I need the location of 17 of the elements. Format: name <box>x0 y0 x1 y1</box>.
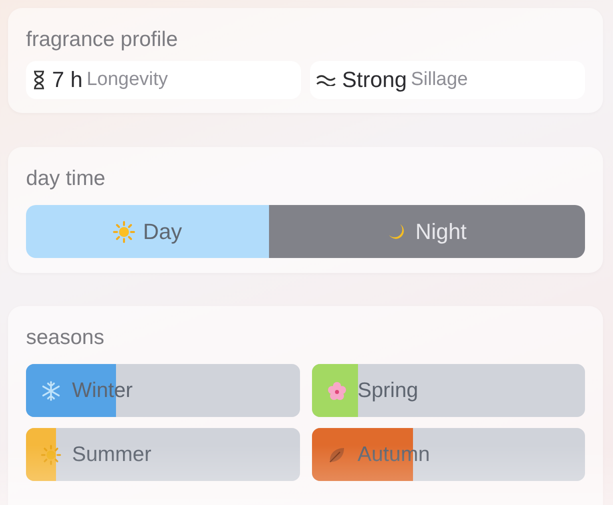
section-title: fragrance profile <box>26 28 179 52</box>
stat-label: Sillage <box>410 69 468 91</box>
blossom-icon <box>326 380 346 400</box>
section-title: seasons <box>26 326 106 350</box>
season-label: Summer <box>72 442 152 466</box>
night-toggle[interactable]: Night <box>269 205 585 258</box>
hourglass-icon <box>32 70 46 90</box>
sun-icon <box>112 220 135 242</box>
waves-icon <box>316 74 336 86</box>
stat-label: Longevity <box>86 69 168 91</box>
section-title: day time <box>26 167 106 191</box>
sun-icon <box>41 444 61 464</box>
season-label: Spring <box>358 378 418 402</box>
stat-value: Strong <box>342 67 407 93</box>
day-toggle[interactable]: Day <box>26 205 269 258</box>
stat-value: 7 h <box>52 67 83 93</box>
snowflake-icon <box>41 380 61 400</box>
